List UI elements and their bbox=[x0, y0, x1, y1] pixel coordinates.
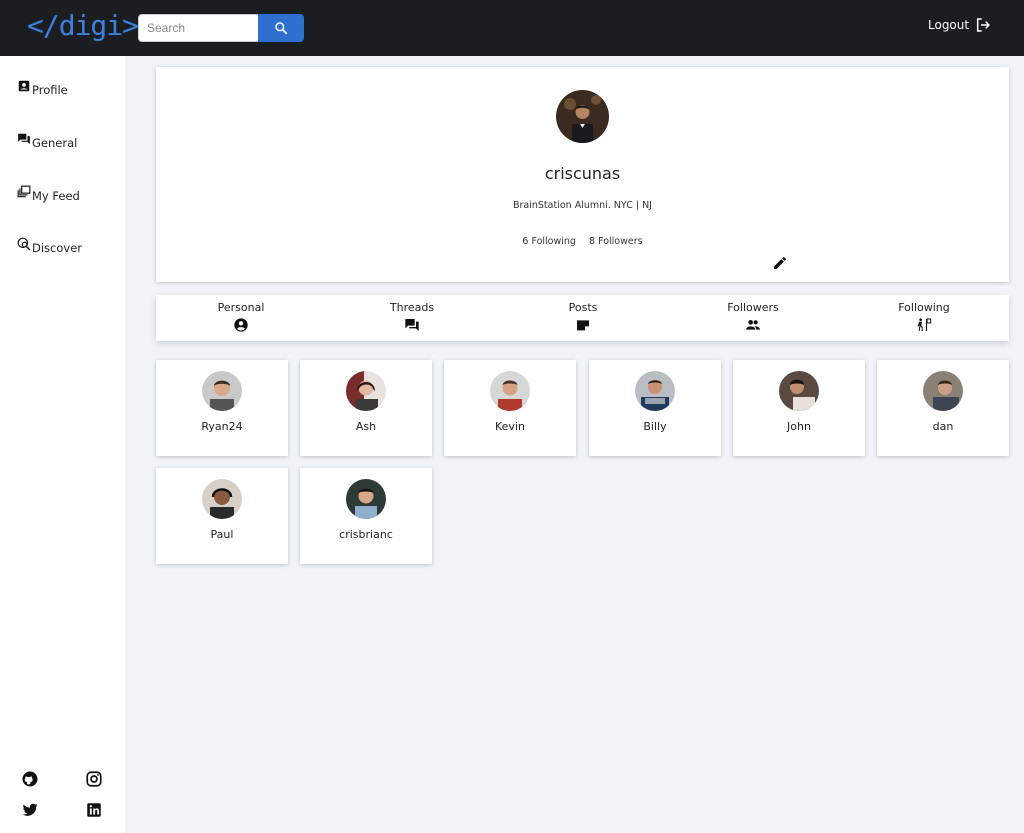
sidebar: Profile General My Feed Discover bbox=[0, 56, 125, 833]
avatar bbox=[346, 371, 386, 411]
profile-bio: BrainStation Alumni. NYC | NJ bbox=[513, 200, 652, 211]
avatar bbox=[490, 371, 530, 411]
follower-name: Billy bbox=[643, 420, 667, 433]
following-count[interactable]: 6 Following bbox=[522, 236, 576, 247]
avatar bbox=[923, 371, 963, 411]
follower-card[interactable]: Paul bbox=[156, 468, 288, 564]
forum-icon bbox=[405, 319, 419, 331]
tab-following[interactable]: Following bbox=[864, 301, 984, 333]
tab-label: Followers bbox=[727, 301, 779, 314]
follower-card[interactable]: Billy bbox=[589, 360, 721, 456]
follower-card[interactable]: crisbrianc bbox=[300, 468, 432, 564]
follower-name: Paul bbox=[210, 528, 234, 541]
follower-name: Ryan24 bbox=[201, 420, 243, 433]
account-circle-icon bbox=[234, 318, 248, 332]
tab-label: Posts bbox=[568, 301, 598, 314]
app-logo[interactable]: </digi> bbox=[27, 9, 139, 42]
instagram-icon[interactable] bbox=[85, 770, 103, 788]
search-input[interactable] bbox=[138, 14, 259, 42]
profile-tabs: Personal Threads Posts Followers Followi… bbox=[156, 295, 1009, 341]
people-icon bbox=[746, 320, 760, 330]
follower-card[interactable]: Ryan24 bbox=[156, 360, 288, 456]
linkedin-icon[interactable] bbox=[85, 801, 103, 819]
sidebar-item-my-feed[interactable]: My Feed bbox=[16, 185, 80, 203]
tab-threads[interactable]: Threads bbox=[352, 301, 472, 333]
follower-name: crisbrianc bbox=[339, 528, 393, 541]
profile-username: criscunas bbox=[544, 164, 621, 183]
followers-count[interactable]: 8 Followers bbox=[589, 236, 643, 247]
avatar bbox=[346, 479, 386, 519]
logout-label: Logout bbox=[928, 18, 970, 32]
avatar bbox=[635, 371, 675, 411]
follower-card[interactable]: Ash bbox=[300, 360, 432, 456]
tab-label: Threads bbox=[389, 301, 435, 314]
avatar bbox=[556, 90, 609, 143]
top-navbar: </digi> Logout bbox=[0, 0, 1024, 56]
pencil-icon[interactable] bbox=[772, 255, 788, 271]
sidebar-item-label: General bbox=[32, 136, 78, 150]
chat-icon bbox=[18, 133, 30, 145]
avatar bbox=[779, 371, 819, 411]
follower-card[interactable]: dan bbox=[877, 360, 1009, 456]
avatar bbox=[202, 479, 242, 519]
github-icon[interactable] bbox=[21, 770, 39, 788]
follower-name: Kevin bbox=[495, 420, 525, 433]
search-icon bbox=[275, 22, 288, 35]
follow-counts: 6 Following 8 Followers bbox=[156, 236, 1009, 247]
sidebar-item-general[interactable]: General bbox=[16, 132, 77, 150]
note-icon bbox=[577, 320, 589, 331]
tab-followers[interactable]: Followers bbox=[693, 301, 813, 333]
profile-card: criscunas BrainStation Alumni. NYC | NJ … bbox=[156, 67, 1009, 282]
follower-card[interactable]: John bbox=[733, 360, 865, 456]
tab-label: Personal bbox=[217, 301, 265, 314]
twitter-icon[interactable] bbox=[21, 801, 39, 819]
feed-icon bbox=[17, 185, 31, 198]
logout-icon bbox=[977, 18, 990, 32]
tab-personal[interactable]: Personal bbox=[181, 301, 301, 333]
follower-name: dan bbox=[932, 420, 954, 433]
sidebar-item-label: Profile bbox=[32, 83, 68, 97]
sidebar-item-profile[interactable]: Profile bbox=[16, 79, 68, 97]
profile-icon bbox=[18, 80, 30, 92]
search-button[interactable] bbox=[258, 14, 304, 42]
tab-label: Following bbox=[898, 301, 950, 314]
sidebar-item-label: Discover bbox=[32, 241, 83, 255]
logout-button[interactable]: Logout bbox=[928, 17, 991, 33]
tab-posts[interactable]: Posts bbox=[523, 301, 643, 333]
follower-card[interactable]: Kevin bbox=[444, 360, 576, 456]
follow-walk-icon bbox=[917, 318, 932, 331]
sidebar-item-discover[interactable]: Discover bbox=[16, 237, 82, 255]
sidebar-item-label: My Feed bbox=[32, 189, 80, 203]
follower-name: Ash bbox=[355, 420, 377, 433]
discover-icon bbox=[17, 237, 31, 251]
follower-name: John bbox=[787, 420, 811, 433]
avatar bbox=[202, 371, 242, 411]
